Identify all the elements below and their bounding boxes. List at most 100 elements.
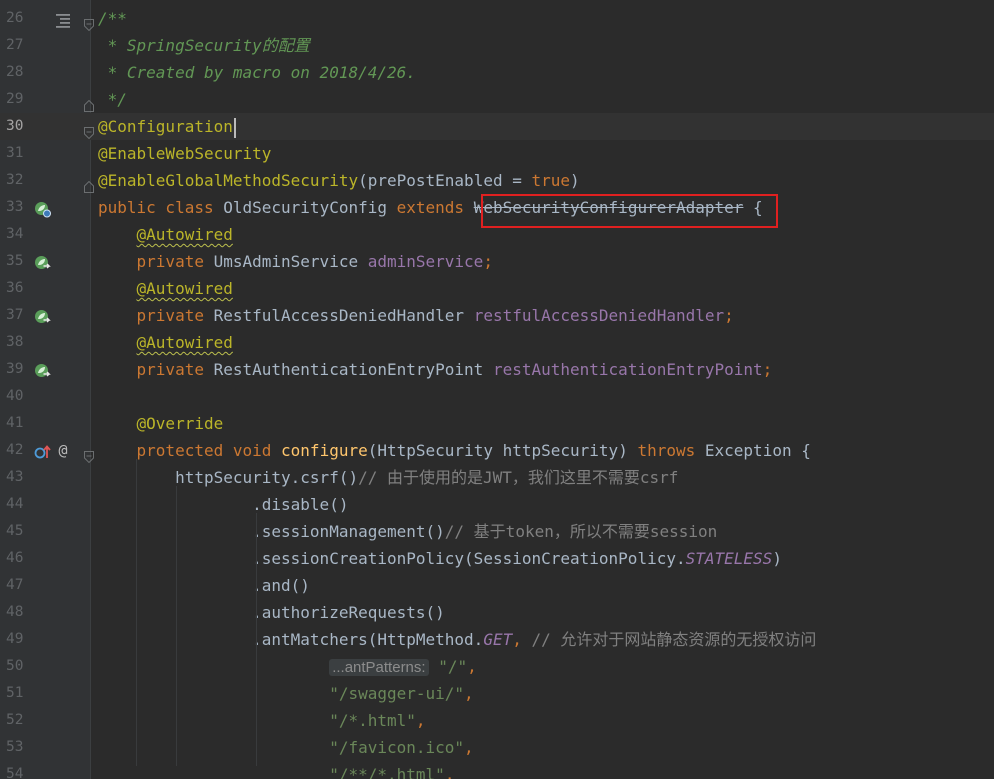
code-text[interactable]: /** [98,5,127,32]
code-editor[interactable]: 26/** 27 * SpringSecurity的配置 28 * Created … [0,0,994,779]
line-number[interactable]: 37 [6,302,34,329]
line-number[interactable]: 35 [6,248,34,275]
code-line[interactable]: 44 .disable() [0,491,994,518]
spring-bean-icon[interactable] [34,199,51,218]
code-line[interactable]: 29 */ [0,86,994,113]
code-line[interactable]: 48 .authorizeRequests() [0,599,994,626]
code-line[interactable]: 32 @EnableGlobalMethodSecurity(prePostEna… [0,167,994,194]
line-number[interactable]: 38 [6,329,34,356]
code-line[interactable]: 47 .and() [0,572,994,599]
code-text[interactable]: * SpringSecurity的配置 [98,32,310,59]
indent-guide [136,459,137,766]
line-number[interactable]: 29 [6,86,34,113]
code-line[interactable]: 49 .antMatchers(HttpMethod.GET, // 允许对于网… [0,626,994,653]
code-line[interactable]: 40 [0,383,994,410]
fold-close-icon[interactable] [84,93,94,112]
code-text[interactable]: .antMatchers(HttpMethod.GET, // 允许对于网站静态… [98,626,816,653]
code-text[interactable]: @Autowired [98,275,233,302]
code-line[interactable]: 42 @ protected void configure(HttpSecurit… [0,437,994,464]
fold-open-icon[interactable] [84,120,94,140]
line-number[interactable]: 31 [6,140,34,167]
code-text[interactable]: .and() [98,572,310,599]
code-line[interactable]: 27 * SpringSecurity的配置 [0,32,994,59]
code-text[interactable]: */ [98,86,127,113]
code-line[interactable]: 35 private UmsAdminService adminService; [0,248,994,275]
line-number[interactable]: 44 [6,491,34,518]
line-number[interactable]: 46 [6,545,34,572]
line-number[interactable]: 43 [6,464,34,491]
line-number[interactable]: 51 [6,680,34,707]
code-text[interactable]: protected void configure(HttpSecurity ht… [98,437,811,464]
code-text[interactable]: @EnableWebSecurity [98,140,271,167]
fold-close-icon[interactable] [84,174,94,193]
code-line[interactable]: 50 ...antPatterns: "/", [0,653,994,680]
code-text[interactable]: @Autowired [98,221,233,248]
code-line[interactable]: 53 "/favicon.ico", [0,734,994,761]
code-line[interactable]: 28 * Created by macro on 2018/4/26. [0,59,994,86]
line-number[interactable]: 34 [6,221,34,248]
code-text[interactable]: .sessionManagement()// 基于token，所以不需要sess… [98,518,717,545]
code-line[interactable]: 45 .sessionManagement()// 基于token，所以不需要s… [0,518,994,545]
code-line[interactable]: 43 httpSecurity.csrf()// 由于使用的是JWT，我们这里不… [0,464,994,491]
fold-open-icon[interactable] [84,12,94,32]
override-icon[interactable] [34,442,51,459]
code-line[interactable]: 46 .sessionCreationPolicy(SessionCreatio… [0,545,994,572]
code-text[interactable]: httpSecurity.csrf()// 由于使用的是JWT，我们这里不需要c… [98,464,678,491]
code-text[interactable]: "/favicon.ico", [98,734,474,761]
code-line[interactable]: 41 @Override [0,410,994,437]
code-text[interactable]: .authorizeRequests() [98,599,445,626]
code-text[interactable]: private RestfulAccessDeniedHandler restf… [98,302,734,329]
code-line[interactable]: 37 private RestfulAccessDeniedHandler re… [0,302,994,329]
code-text[interactable]: .sessionCreationPolicy(SessionCreationPo… [98,545,782,572]
code-text[interactable]: @EnableGlobalMethodSecurity(prePostEnabl… [98,167,580,194]
line-number[interactable]: 48 [6,599,34,626]
code-line[interactable]: 39 private RestAuthenticationEntryPoint … [0,356,994,383]
line-number[interactable]: 52 [6,707,34,734]
spring-bean-icon[interactable] [34,253,51,270]
spring-bean-icon[interactable] [34,307,51,324]
line-number[interactable]: 40 [6,383,34,410]
line-number[interactable]: 39 [6,356,34,383]
line-number[interactable]: 45 [6,518,34,545]
code-text[interactable]: @Autowired [98,329,233,356]
implementation-icon[interactable]: @ [55,441,71,459]
code-text[interactable]: ...antPatterns: "/", [98,653,477,681]
line-number[interactable]: 54 [6,761,34,779]
line-number[interactable]: 32 [6,167,34,194]
line-number[interactable]: 41 [6,410,34,437]
code-text[interactable]: "/swagger-ui/", [98,680,474,707]
code-line[interactable]: 26 /** [0,5,994,32]
structure-icon[interactable] [54,10,71,28]
code-line[interactable]: 54 "/**/*.html", [0,761,994,779]
line-number[interactable]: 49 [6,626,34,653]
code-text[interactable]: "/*.html", [98,707,425,734]
line-number[interactable]: 33 [6,194,34,221]
fold-open-icon[interactable] [84,444,94,464]
line-number[interactable]: 50 [6,653,34,680]
line-number[interactable]: 30 [6,113,34,140]
code-text[interactable]: * Created by macro on 2018/4/26. [98,59,416,86]
spring-bean-icon[interactable] [34,361,51,378]
code-text[interactable]: private UmsAdminService adminService; [98,248,493,275]
code-text[interactable]: "/**/*.html", [98,761,454,779]
code-line[interactable]: 31 @EnableWebSecurity [0,140,994,167]
line-number[interactable]: 42 [6,437,34,464]
line-number[interactable]: 53 [6,734,34,761]
code-text[interactable]: @Override [98,410,224,437]
code-token: , [444,765,455,779]
line-number[interactable]: 28 [6,59,34,86]
code-text[interactable]: @Configuration [98,113,236,140]
line-number[interactable]: 27 [6,32,34,59]
line-number[interactable]: 47 [6,572,34,599]
code-text[interactable]: private RestAuthenticationEntryPoint res… [98,356,773,383]
code-line[interactable]: 52 "/*.html", [0,707,994,734]
code-line[interactable]: 38 @Autowired [0,329,994,356]
code-line[interactable]: 36 @Autowired [0,275,994,302]
line-number[interactable]: 36 [6,275,34,302]
code-line[interactable]: 30 @Configuration [0,113,994,140]
code-line[interactable]: 51 "/swagger-ui/", [0,680,994,707]
line-number[interactable]: 26 [6,5,34,32]
